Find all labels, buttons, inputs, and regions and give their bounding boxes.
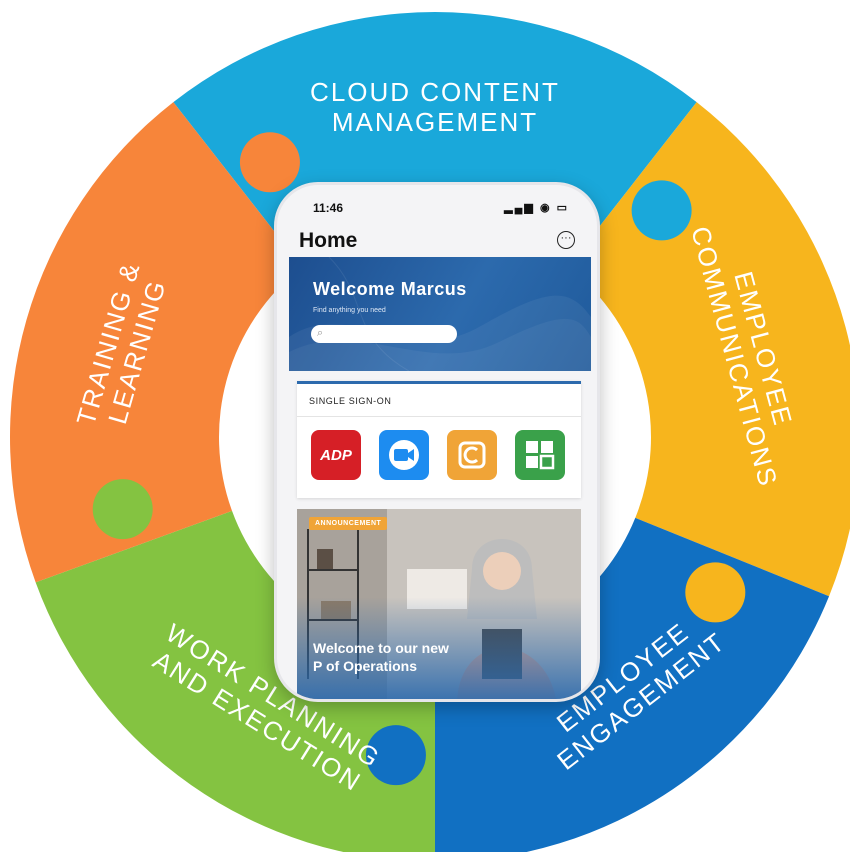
adp-app-icon[interactable]: ADP [311,430,361,480]
announcement-title: Welcome to our new P of Operations [313,639,513,675]
welcome-banner: Welcome Marcus Find anything you need ⌕ [289,257,591,371]
divider [297,416,581,417]
announcement-badge: ANNOUNCEMENT [309,517,388,530]
phone-mockup: 11:46 ▂▄▆ ◉ ▭ Home ··· Welcome Marcus Fi… [274,182,600,702]
puzzle-tab-cloud [631,180,692,241]
signal-wifi-battery-icon: ▂▄▆ ◉ ▭ [504,202,569,214]
phone-screen: 11:46 ▂▄▆ ◉ ▭ Home ··· Welcome Marcus Fi… [274,182,600,702]
integration-wheel-diagram: CLOUD CONTENT MANAGEMENT EMPLOYEE COMMUNICA… [0,0,850,852]
c-logo-icon [458,441,486,469]
video-camera-icon [389,440,419,470]
adp-logo: ADP [320,446,352,464]
segment-label-line: MANAGEMENT [332,107,538,137]
search-icon: ⌕ [317,327,324,339]
single-sign-on-card: SINGLE SIGN-ON ADP [297,381,581,498]
c-app-icon[interactable] [447,430,497,480]
search-input[interactable]: ⌕ [311,325,457,343]
puzzle-tab-work [92,479,153,540]
zoom-app-icon[interactable] [379,430,429,480]
announcement-title-line2: P of Operations [313,658,417,674]
banner-wave-decoration [289,257,591,371]
announcement-title-line1: Welcome to our new [313,640,449,656]
sso-heading: SINGLE SIGN-ON [309,396,392,406]
segment-label-line: CLOUD CONTENT [310,77,560,107]
status-bar: 11:46 ▂▄▆ ◉ ▭ [313,199,569,217]
segment-label-cloud: CLOUD CONTENTMANAGEMENT [310,77,560,137]
welcome-subtitle: Find anything you need [313,307,386,314]
page-title: Home [299,229,358,252]
announcement-card[interactable]: ANNOUNCEMENT Welcome to our new P of Ope… [297,509,581,699]
welcome-heading: Welcome Marcus [313,279,467,299]
puzzle-tab-comms [685,562,746,623]
more-options-icon[interactable]: ··· [557,231,575,249]
status-time: 11:46 [313,201,344,215]
grid-app-icon[interactable] [515,430,565,480]
grid-layout-icon [526,441,555,470]
